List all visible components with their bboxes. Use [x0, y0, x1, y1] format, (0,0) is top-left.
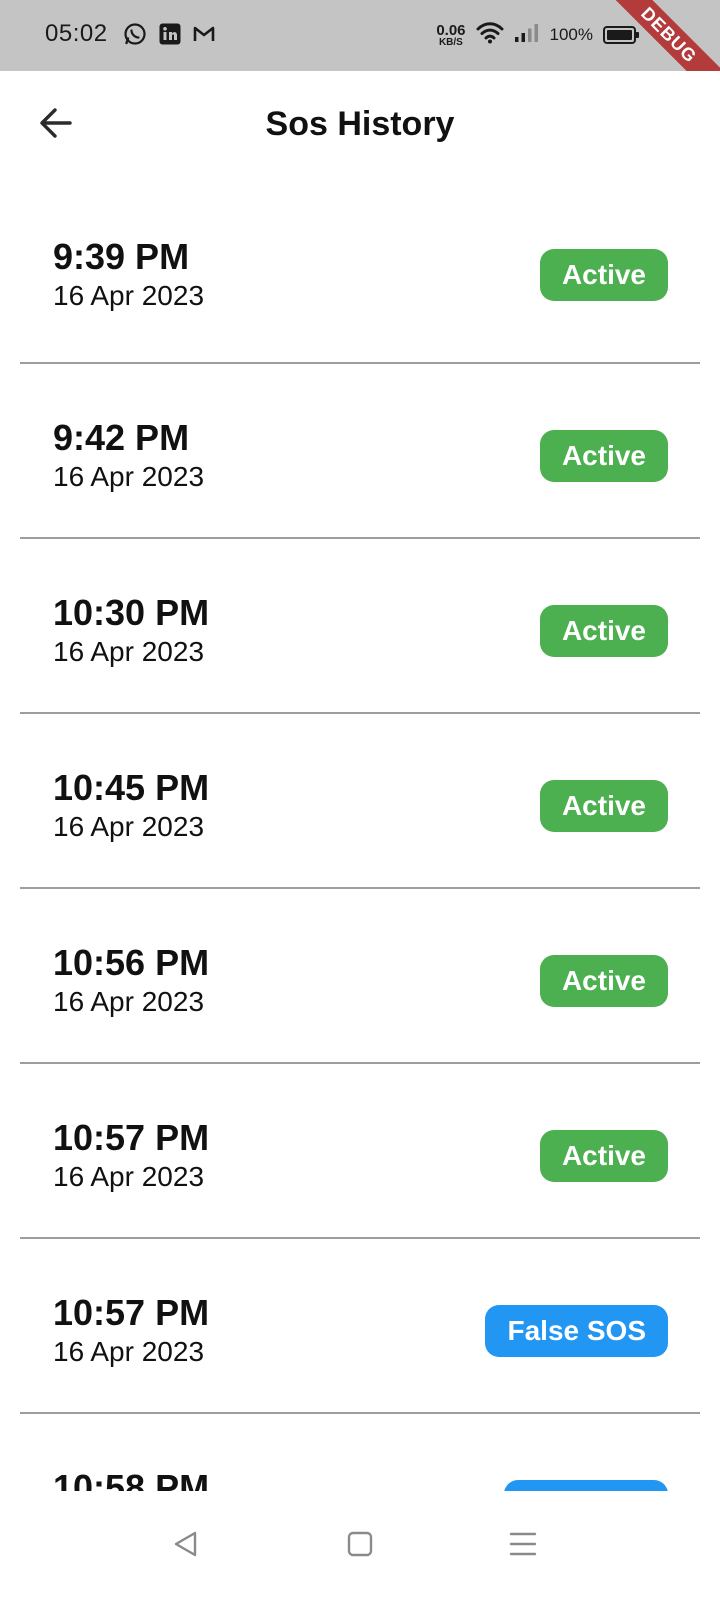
network-speed-value: 0.06 [436, 21, 466, 39]
sos-time: 10:57 PM [53, 1117, 210, 1158]
sos-list-item[interactable]: 10:56 PM 16 Apr 2023 Active [20, 889, 700, 1064]
menu-lines-icon [508, 1529, 538, 1564]
whatsapp-icon [123, 22, 147, 46]
sos-list-item[interactable]: 10:57 PM 16 Apr 2023 False SOS [20, 1239, 700, 1414]
sos-date: 16 Apr 2023 [53, 1161, 205, 1192]
status-badge [504, 1480, 668, 1491]
status-badge: Active [539, 1130, 668, 1182]
status-badge: Active [539, 955, 668, 1007]
sos-time: 10:45 PM [53, 767, 210, 808]
wifi-icon [476, 21, 504, 49]
back-triangle-icon [171, 1529, 201, 1564]
sos-time: 9:42 PM [53, 417, 190, 458]
home-square-icon [345, 1529, 375, 1564]
app-bar: Sos History [0, 71, 720, 183]
nav-home-button[interactable] [335, 1521, 385, 1571]
network-speed: 0.06 KB/S [436, 23, 465, 48]
sos-date: 16 Apr 2023 [53, 811, 205, 842]
sos-list-item[interactable]: 10:45 PM 16 Apr 2023 Active [20, 714, 700, 889]
sos-list-item[interactable]: 10:30 PM 16 Apr 2023 Active [20, 539, 700, 714]
sos-list-item[interactable]: 9:42 PM 16 Apr 2023 Active [20, 364, 700, 539]
sos-date: 16 Apr 2023 [53, 986, 205, 1017]
status-time: 05:02 [45, 20, 108, 47]
sos-date: 16 Apr 2023 [53, 461, 205, 492]
page-title: Sos History [265, 105, 455, 143]
network-speed-unit: KB/S [438, 36, 463, 48]
sos-date: 16 Apr 2023 [53, 636, 205, 667]
sos-time: 10:56 PM [53, 942, 210, 983]
sos-time: 10:30 PM [53, 592, 210, 633]
battery-fill [607, 30, 632, 40]
status-badge: Active [539, 780, 668, 832]
sos-time: 10:57 PM [53, 1292, 210, 1333]
sos-date: 16 Apr 2023 [53, 1336, 205, 1367]
sos-list-item[interactable]: 9:39 PM 16 Apr 2023 Active [20, 183, 700, 364]
sos-date: 16 Apr 2023 [53, 280, 205, 311]
system-nav-bar [0, 1491, 720, 1600]
nav-back-button[interactable] [161, 1521, 211, 1571]
sos-time: 9:39 PM [53, 236, 190, 277]
status-bar: 05:02 0.06 KB/S 100% [0, 0, 720, 71]
sos-list-item[interactable]: 10:57 PM 16 Apr 2023 Active [20, 1064, 700, 1239]
linkedin-icon [158, 22, 182, 46]
battery-percent: 100% [549, 25, 593, 44]
status-badge: Active [539, 249, 668, 301]
signal-icon [514, 23, 540, 48]
battery-icon [603, 26, 639, 44]
sos-history-list[interactable]: 9:39 PM 16 Apr 2023 Active 9:42 PM 16 Apr 20… [20, 183, 700, 1491]
status-badge: Active [539, 430, 668, 482]
sos-list-item[interactable]: 10:58 PM [20, 1414, 700, 1491]
status-indicators: 0.06 KB/S 100% [436, 18, 639, 52]
status-badge: False SOS [485, 1305, 668, 1357]
gmail-icon [192, 22, 216, 46]
sos-time: 10:58 PM [53, 1467, 210, 1491]
nav-menu-button[interactable] [498, 1521, 548, 1571]
status-badge: Active [539, 605, 668, 657]
